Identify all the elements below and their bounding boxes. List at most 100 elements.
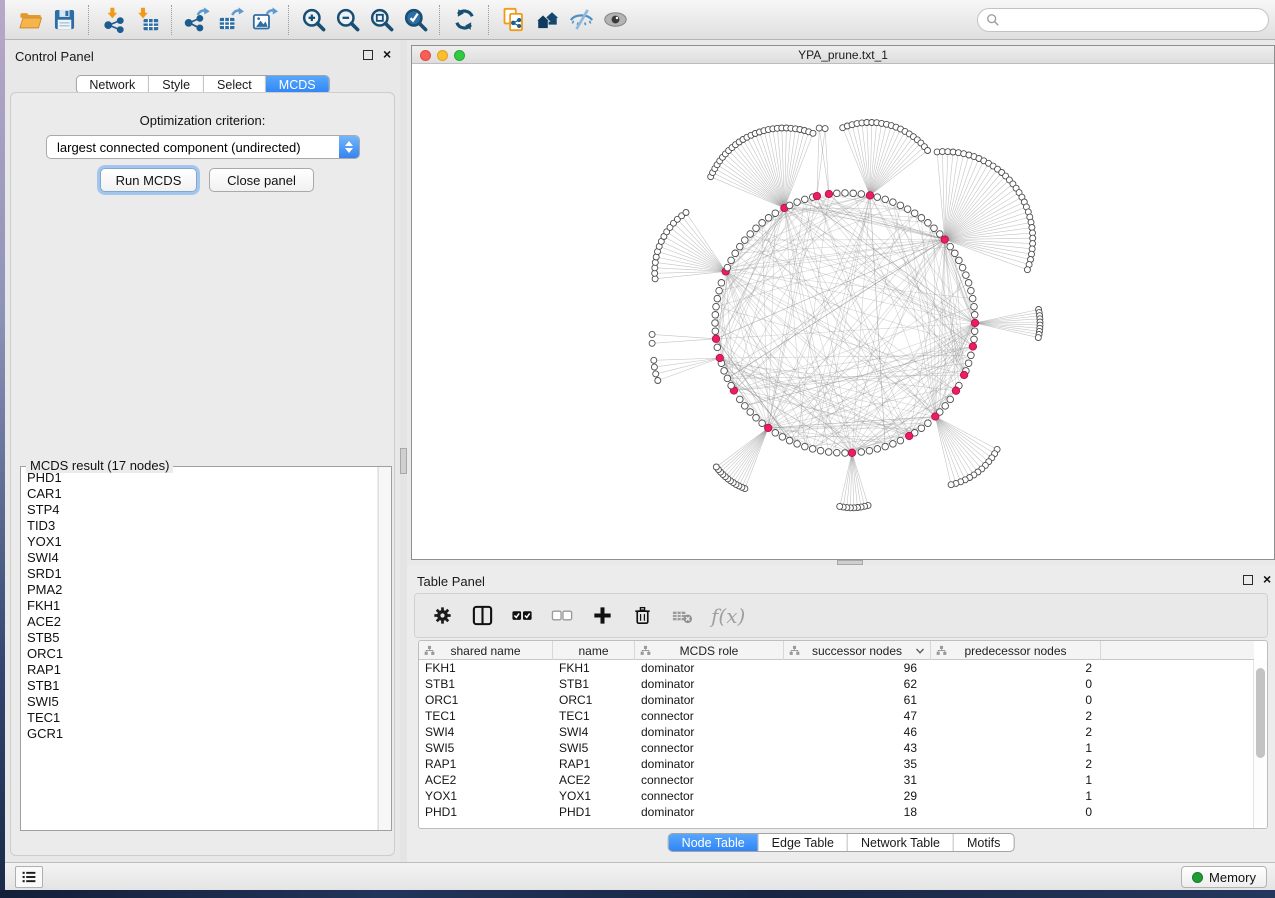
cell-predecessor-nodes[interactable]: 1 [931,740,1101,756]
zoom-out-button[interactable] [330,3,364,37]
criterion-dropdown[interactable]: largest connected component (undirected) [46,135,360,159]
mcds-result-item[interactable]: STB5 [27,630,377,646]
search-input[interactable] [1000,10,1268,30]
column-header-successor-nodes[interactable]: successor nodes [784,641,931,660]
cell-successor-nodes[interactable]: 61 [784,692,931,708]
mcds-result-item[interactable]: SWI4 [27,550,377,566]
cell-shared-name[interactable]: ACE2 [419,772,553,788]
mcds-result-item[interactable]: STP4 [27,502,377,518]
table-row-SWI5[interactable]: SWI5SWI5connector431 [419,740,1254,756]
mcds-result-item[interactable]: FKH1 [27,598,377,614]
delete-rows-button[interactable] [631,604,654,627]
mcds-result-item[interactable]: PMA2 [27,582,377,598]
cell-MCDS-role[interactable]: connector [635,708,784,724]
cell-shared-name[interactable]: STB1 [419,676,553,692]
cell-successor-nodes[interactable]: 96 [784,660,931,676]
table-row-YOX1[interactable]: YOX1YOX1connector291 [419,788,1254,804]
search-field[interactable] [977,8,1269,32]
mcds-result-item[interactable]: TEC1 [27,710,377,726]
open-file-button[interactable] [13,3,47,37]
cell-name[interactable]: STB1 [553,676,635,692]
table-row-PHD1[interactable]: PHD1PHD1dominator180 [419,804,1254,820]
tab-mcds[interactable]: MCDS [265,76,329,93]
cell-MCDS-role[interactable]: dominator [635,660,784,676]
cell-successor-nodes[interactable]: 43 [784,740,931,756]
cell-MCDS-role[interactable]: dominator [635,724,784,740]
cell-name[interactable]: YOX1 [553,788,635,804]
table-row-ACE2[interactable]: ACE2ACE2connector311 [419,772,1254,788]
cell-name[interactable]: ORC1 [553,692,635,708]
table-row-FKH1[interactable]: FKH1FKH1dominator962 [419,660,1254,676]
cell-shared-name[interactable]: RAP1 [419,756,553,772]
cell-name[interactable]: RAP1 [553,756,635,772]
cell-shared-name[interactable]: PHD1 [419,804,553,820]
export-image-button[interactable] [247,3,281,37]
cell-successor-nodes[interactable]: 62 [784,676,931,692]
table-scrollbar[interactable] [1253,660,1267,828]
close-panel-icon[interactable]: × [383,46,391,62]
save-session-button[interactable] [47,3,81,37]
add-row-button[interactable] [591,604,614,627]
cell-MCDS-role[interactable]: dominator [635,804,784,820]
cell-name[interactable]: PHD1 [553,804,635,820]
mcds-result-item[interactable]: RAP1 [27,662,377,678]
table-tab-network-table[interactable]: Network Table [847,834,953,851]
mcds-result-item[interactable]: STB1 [27,678,377,694]
network-canvas[interactable] [412,64,1274,559]
cell-shared-name[interactable]: YOX1 [419,788,553,804]
tab-select[interactable]: Select [203,76,265,93]
network-titlebar[interactable]: YPA_prune.txt_1 [412,46,1274,64]
cell-shared-name[interactable]: FKH1 [419,660,553,676]
copy-network-button[interactable] [496,3,530,37]
cell-predecessor-nodes[interactable]: 2 [931,708,1101,724]
select-all-button[interactable] [511,604,534,627]
cell-shared-name[interactable]: SWI4 [419,724,553,740]
task-history-button[interactable] [15,866,43,888]
table-tab-node-table[interactable]: Node Table [669,834,758,851]
table-tab-edge-table[interactable]: Edge Table [758,834,847,851]
cell-predecessor-nodes[interactable]: 1 [931,788,1101,804]
split-panel-button[interactable] [471,604,494,627]
cell-MCDS-role[interactable]: connector [635,740,784,756]
zoom-in-button[interactable] [296,3,330,37]
hide-selected-button[interactable] [564,3,598,37]
close-panel-icon[interactable]: × [1263,571,1271,587]
mcds-result-item[interactable]: GCR1 [27,726,377,742]
cell-MCDS-role[interactable]: dominator [635,692,784,708]
float-panel-icon[interactable] [1243,575,1253,585]
mcds-result-item[interactable]: YOX1 [27,534,377,550]
cell-name[interactable]: FKH1 [553,660,635,676]
splitter-handle[interactable] [400,448,407,474]
mcds-result-item[interactable]: SWI5 [27,694,377,710]
column-header-name[interactable]: name [553,641,635,660]
cell-successor-nodes[interactable]: 47 [784,708,931,724]
zoom-selected-button[interactable] [398,3,432,37]
vertical-splitter[interactable] [400,40,407,862]
table-row-ORC1[interactable]: ORC1ORC1dominator610 [419,692,1254,708]
cell-predecessor-nodes[interactable]: 0 [931,676,1101,692]
cell-successor-nodes[interactable]: 18 [784,804,931,820]
deselect-all-button[interactable] [551,604,574,627]
mcds-result-list[interactable]: PHD1CAR1STP4TID3YOX1SWI4SRD1PMA2FKH1ACE2… [21,467,377,830]
run-mcds-button[interactable]: Run MCDS [100,168,197,192]
cell-predecessor-nodes[interactable]: 2 [931,756,1101,772]
mcds-result-item[interactable]: ACE2 [27,614,377,630]
column-header-MCDS-role[interactable]: MCDS role [635,641,784,660]
cell-name[interactable]: SWI4 [553,724,635,740]
cell-shared-name[interactable]: TEC1 [419,708,553,724]
cell-MCDS-role[interactable]: dominator [635,756,784,772]
import-network-button[interactable] [96,3,130,37]
cell-MCDS-role[interactable]: connector [635,788,784,804]
column-header-shared-name[interactable]: shared name [419,641,553,660]
cell-name[interactable]: ACE2 [553,772,635,788]
table-row-STB1[interactable]: STB1STB1dominator620 [419,676,1254,692]
tab-network[interactable]: Network [76,76,148,93]
function-builder-button[interactable]: f(x) [711,604,745,628]
cell-name[interactable]: SWI5 [553,740,635,756]
table-row-TEC1[interactable]: TEC1TEC1connector472 [419,708,1254,724]
first-neighbors-button[interactable] [530,3,564,37]
table-row-RAP1[interactable]: RAP1RAP1dominator352 [419,756,1254,772]
close-panel-button[interactable]: Close panel [209,168,314,192]
table-tab-motifs[interactable]: Motifs [953,834,1013,851]
zoom-fit-button[interactable] [364,3,398,37]
